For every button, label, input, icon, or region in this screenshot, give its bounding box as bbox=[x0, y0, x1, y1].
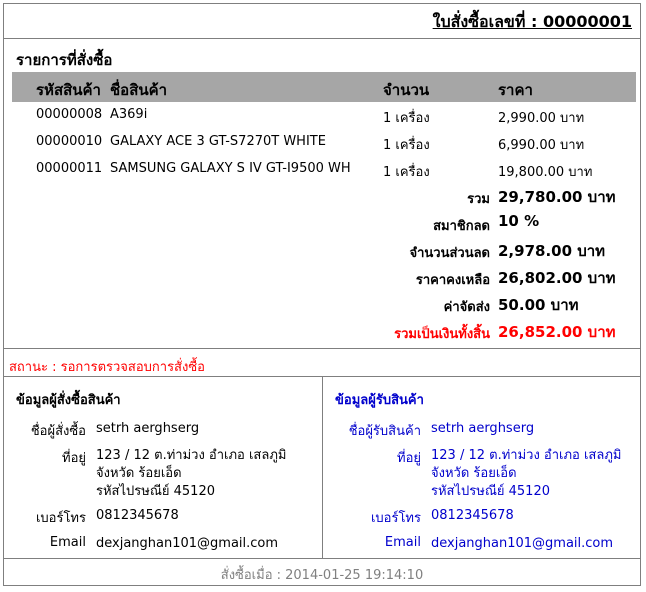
buyer-address-line3: รหัสไปรษณีย์ 45120 bbox=[96, 484, 215, 499]
receiver-info: ข้อมูลผู้รับสินค้า ชื่อผู้รับสินค้า setr… bbox=[322, 377, 641, 558]
table-row: 00000008 A369i 1 เครื่อง 2,990.00 บาท bbox=[12, 102, 636, 129]
items-table: รหัสสินค้า ชื่อสินค้า จำนวน ราคา 0000000… bbox=[12, 72, 636, 183]
buyer-phone-label: เบอร์โทร bbox=[35, 511, 86, 526]
discount-amount-label: จำนวนส่วนลด bbox=[409, 246, 490, 261]
item-qty: 1 เครื่อง bbox=[383, 138, 430, 153]
receiver-email: dexjanghan101@gmail.com bbox=[431, 536, 614, 551]
item-name: SAMSUNG GALAXY S IV GT-I9500 WH bbox=[110, 161, 351, 176]
buyer-email: dexjanghan101@gmail.com bbox=[96, 536, 279, 551]
receiver-name: setrh aerghserg bbox=[431, 421, 535, 436]
summary-shipping: ค่าจัดส่ง 50.00 บาท bbox=[4, 292, 642, 319]
divider bbox=[4, 348, 640, 349]
item-price: 6,990.00 บาท bbox=[498, 138, 585, 153]
total-value: 26,852.00 บาท bbox=[498, 323, 616, 341]
subtotal-value: 29,780.00 บาท bbox=[498, 188, 616, 206]
item-qty: 1 เครื่อง bbox=[383, 165, 430, 180]
order-status: สถานะ : รอการตรวจสอบการสั่งซื้อ bbox=[9, 360, 205, 375]
receiver-address-line2: จังหวัด ร้อยเอ็ด bbox=[431, 466, 517, 481]
order-summary: รวม 29,780.00 บาท สมาชิกลด 10 % จำนวนส่ว… bbox=[4, 184, 642, 346]
receiver-phone: 0812345678 bbox=[431, 508, 514, 523]
receiver-address-line1: 123 / 12 ต.ท่าม่วง อำเภอ เสลภูมิ bbox=[431, 448, 622, 463]
summary-remaining: ราคาคงเหลือ 26,802.00 บาท bbox=[4, 265, 642, 292]
summary-subtotal: รวม 29,780.00 บาท bbox=[4, 184, 642, 211]
receiver-info-title: ข้อมูลผู้รับสินค้า bbox=[335, 393, 424, 408]
receiver-address-label: ที่อยู่ bbox=[397, 451, 421, 466]
item-price: 2,990.00 บาท bbox=[498, 111, 585, 126]
receiver-address-line3: รหัสไปรษณีย์ 45120 bbox=[431, 484, 550, 499]
total-label: รวมเป็นเงินทั้งสิ้น bbox=[394, 327, 490, 342]
receiver-address: 123 / 12 ต.ท่าม่วง อำเภอ เสลภูมิ จังหวัด… bbox=[431, 447, 621, 501]
header-code: รหัสสินค้า bbox=[36, 81, 101, 99]
receiver-email-label: Email bbox=[384, 535, 421, 550]
buyer-name: setrh aerghserg bbox=[96, 421, 200, 436]
buyer-address: 123 / 12 ต.ท่าม่วง อำเภอ เสลภูมิ จังหวัด… bbox=[96, 447, 286, 501]
table-row: 00000011 SAMSUNG GALAXY S IV GT-I9500 WH… bbox=[12, 156, 636, 183]
remaining-label: ราคาคงเหลือ bbox=[415, 273, 490, 288]
remaining-value: 26,802.00 บาท bbox=[498, 269, 616, 287]
receiver-phone-label: เบอร์โทร bbox=[370, 511, 421, 526]
purchase-order: ใบสั่งซื้อเลขที่ : 00000001 รายการที่สั่… bbox=[3, 3, 641, 586]
items-section-title: รายการที่สั่งซื้อ bbox=[16, 51, 113, 69]
buyer-address-line2: จังหวัด ร้อยเอ็ด bbox=[96, 466, 182, 481]
buyer-info: ข้อมูลผู้สั่งซื้อสินค้า ชื่อผู้สั่งซื้อ … bbox=[4, 377, 322, 558]
summary-total: รวมเป็นเงินทั้งสิ้น 26,852.00 บาท bbox=[4, 319, 642, 346]
member-discount-label: สมาชิกลด bbox=[433, 219, 490, 234]
buyer-address-line1: 123 / 12 ต.ท่าม่วง อำเภอ เสลภูมิ bbox=[96, 448, 287, 463]
header-qty: จำนวน bbox=[383, 81, 430, 99]
buyer-email-label: Email bbox=[49, 535, 86, 550]
shipping-value: 50.00 บาท bbox=[498, 296, 579, 314]
subtotal-label: รวม bbox=[467, 192, 490, 207]
item-name: GALAXY ACE 3 GT-S7270T WHITE bbox=[110, 134, 326, 149]
discount-amount-value: 2,978.00 บาท bbox=[498, 242, 606, 260]
order-date: สั่งซื้อเมื่อ : 2014-01-25 19:14:10 bbox=[220, 568, 424, 583]
item-name: A369i bbox=[110, 107, 148, 122]
item-price: 19,800.00 บาท bbox=[498, 165, 593, 180]
buyer-address-label: ที่อยู่ bbox=[62, 451, 86, 466]
buyer-name-label: ชื่อผู้สั่งซื้อ bbox=[30, 424, 86, 439]
item-code: 00000011 bbox=[36, 161, 103, 176]
divider bbox=[4, 38, 640, 39]
order-number: ใบสั่งซื้อเลขที่ : 00000001 bbox=[432, 12, 632, 31]
summary-discount-amount: จำนวนส่วนลด 2,978.00 บาท bbox=[4, 238, 642, 265]
shipping-label: ค่าจัดส่ง bbox=[443, 300, 490, 315]
table-row: 00000010 GALAXY ACE 3 GT-S7270T WHITE 1 … bbox=[12, 129, 636, 156]
header-name: ชื่อสินค้า bbox=[110, 81, 168, 99]
buyer-phone: 0812345678 bbox=[96, 508, 179, 523]
divider bbox=[4, 558, 640, 559]
header-price: ราคา bbox=[498, 81, 533, 99]
item-qty: 1 เครื่อง bbox=[383, 111, 430, 126]
item-code: 00000008 bbox=[36, 107, 103, 122]
member-discount-value: 10 % bbox=[498, 212, 540, 230]
table-header: รหัสสินค้า ชื่อสินค้า จำนวน ราคา bbox=[12, 72, 636, 102]
receiver-name-label: ชื่อผู้รับสินค้า bbox=[348, 424, 421, 439]
item-code: 00000010 bbox=[36, 134, 103, 149]
summary-member-discount: สมาชิกลด 10 % bbox=[4, 211, 642, 238]
buyer-info-title: ข้อมูลผู้สั่งซื้อสินค้า bbox=[16, 393, 121, 408]
